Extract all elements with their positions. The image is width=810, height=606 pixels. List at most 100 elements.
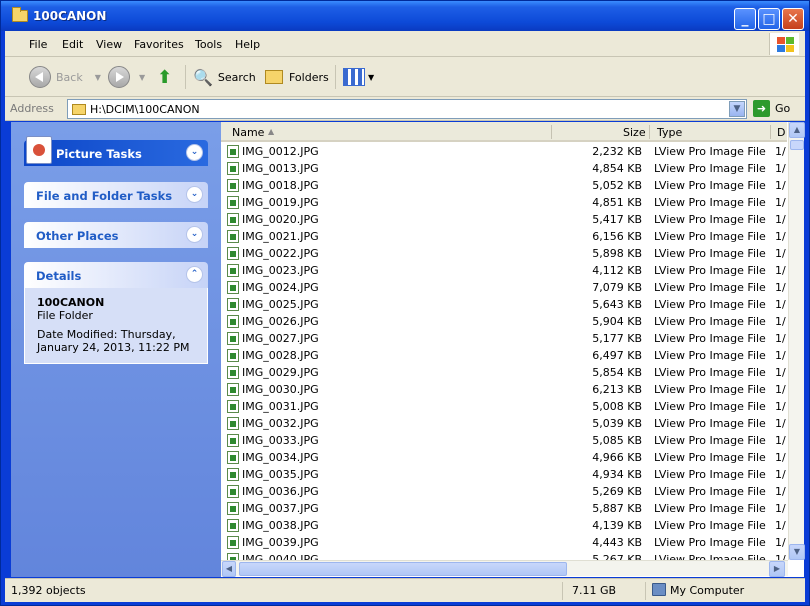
views-button[interactable]: ▼ [343, 65, 374, 89]
menu-help[interactable]: Help [235, 38, 260, 51]
column-date[interactable]: D [777, 126, 785, 139]
chevron-down-icon[interactable]: ⌄ [186, 186, 203, 203]
column-divider[interactable] [770, 125, 771, 139]
scroll-thumb[interactable] [790, 140, 804, 150]
file-name: IMG_0021.JPG [242, 230, 319, 243]
file-row[interactable]: IMG_0037.JPG 5,887 KB LView Pro Image File… [221, 500, 787, 517]
search-button[interactable]: 🔍 Search [193, 65, 256, 89]
other-places-header[interactable]: Other Places ⌄ [24, 222, 208, 248]
file-type: LView Pro Image File [654, 468, 766, 481]
forward-button[interactable]: ▼ [108, 65, 145, 89]
file-size: 5,039 KB [592, 417, 642, 430]
file-type: LView Pro Image File [654, 417, 766, 430]
file-size: 6,156 KB [592, 230, 642, 243]
column-divider[interactable] [551, 125, 552, 139]
file-row[interactable]: IMG_0038.JPG 4,139 KB LView Pro Image File… [221, 517, 787, 534]
file-name: IMG_0028.JPG [242, 349, 319, 362]
file-row[interactable]: IMG_0032.JPG 5,039 KB LView Pro Image File… [221, 415, 787, 432]
maximize-button[interactable]: □ [758, 8, 780, 30]
file-row[interactable]: IMG_0031.JPG 5,008 KB LView Pro Image File… [221, 398, 787, 415]
jpg-file-icon [227, 179, 239, 192]
file-row[interactable]: IMG_0020.JPG 5,417 KB LView Pro Image File… [221, 211, 787, 228]
file-date: 1/ [775, 230, 786, 243]
file-row[interactable]: IMG_0024.JPG 7,079 KB LView Pro Image File… [221, 279, 787, 296]
scroll-left-icon[interactable]: ◀ [222, 561, 236, 577]
chevron-up-icon[interactable]: ⌃ [186, 266, 203, 283]
title-bar[interactable]: 100CANON _ □ ✕ [1, 1, 809, 31]
jpg-file-icon [227, 400, 239, 413]
file-type: LView Pro Image File [654, 213, 766, 226]
file-row[interactable]: IMG_0018.JPG 5,052 KB LView Pro Image File… [221, 177, 787, 194]
jpg-file-icon [227, 434, 239, 447]
column-divider[interactable] [649, 125, 650, 139]
menu-file[interactable]: File [29, 38, 47, 51]
task-pane: Picture Tasks ⌄ File and Folder Tasks ⌄ … [11, 122, 221, 577]
file-name: IMG_0029.JPG [242, 366, 319, 379]
details-header[interactable]: Details ⌃ [24, 262, 208, 288]
file-row[interactable]: IMG_0029.JPG 5,854 KB LView Pro Image File… [221, 364, 787, 381]
column-size[interactable]: Size [623, 126, 646, 139]
file-row[interactable]: IMG_0034.JPG 4,966 KB LView Pro Image File… [221, 449, 787, 466]
up-folder-button[interactable]: ⬆ [157, 65, 172, 89]
file-row[interactable]: IMG_0026.JPG 5,904 KB LView Pro Image File… [221, 313, 787, 330]
menu-view[interactable]: View [96, 38, 122, 51]
file-row[interactable]: IMG_0035.JPG 4,934 KB LView Pro Image File… [221, 466, 787, 483]
back-button[interactable]: Back ▼ [29, 65, 101, 89]
column-header: Name ▲ Size Type D [221, 122, 787, 142]
file-row[interactable]: IMG_0028.JPG 6,497 KB LView Pro Image File… [221, 347, 787, 364]
folder-icon [72, 104, 86, 115]
picture-tasks-header[interactable]: Picture Tasks ⌄ [24, 136, 208, 166]
menu-favorites[interactable]: Favorites [134, 38, 184, 51]
file-row[interactable]: IMG_0040.JPG 5,267 KB LView Pro Image File… [221, 551, 787, 560]
file-folder-tasks-header[interactable]: File and Folder Tasks ⌄ [24, 182, 208, 208]
file-row[interactable]: IMG_0022.JPG 5,898 KB LView Pro Image File… [221, 245, 787, 262]
back-dropdown-icon[interactable]: ▼ [95, 73, 101, 82]
file-row[interactable]: IMG_0025.JPG 5,643 KB LView Pro Image File… [221, 296, 787, 313]
address-input[interactable]: H:\DCIM\100CANON ▼ [67, 99, 747, 119]
horizontal-scrollbar[interactable]: ◀ ▶ [221, 560, 788, 577]
file-type: LView Pro Image File [654, 349, 766, 362]
file-folder-tasks-label: File and Folder Tasks [36, 189, 173, 203]
file-row[interactable]: IMG_0013.JPG 4,854 KB LView Pro Image File… [221, 160, 787, 177]
address-dropdown-icon[interactable]: ▼ [729, 101, 745, 117]
file-date: 1/ [775, 298, 786, 311]
minimize-button[interactable]: _ [734, 8, 756, 30]
file-row[interactable]: IMG_0030.JPG 6,213 KB LView Pro Image File… [221, 381, 787, 398]
file-type: LView Pro Image File [654, 145, 766, 158]
file-row[interactable]: IMG_0036.JPG 5,269 KB LView Pro Image File… [221, 483, 787, 500]
file-row[interactable]: IMG_0019.JPG 4,851 KB LView Pro Image File… [221, 194, 787, 211]
address-bar: Address H:\DCIM\100CANON ▼ ➜ Go [5, 97, 805, 121]
forward-dropdown-icon[interactable]: ▼ [139, 73, 145, 82]
vertical-scrollbar[interactable]: ▲ ▼ [788, 122, 805, 560]
scroll-thumb[interactable] [239, 562, 567, 576]
file-size: 5,269 KB [592, 485, 642, 498]
file-type: LView Pro Image File [654, 383, 766, 396]
menu-edit[interactable]: Edit [62, 38, 83, 51]
column-type[interactable]: Type [657, 126, 682, 139]
file-row[interactable]: IMG_0012.JPG 2,232 KB LView Pro Image File… [221, 143, 787, 160]
close-button[interactable]: ✕ [782, 8, 804, 30]
file-row[interactable]: IMG_0033.JPG 5,085 KB LView Pro Image File… [221, 432, 787, 449]
file-row[interactable]: IMG_0023.JPG 4,112 KB LView Pro Image File… [221, 262, 787, 279]
file-row[interactable]: IMG_0021.JPG 6,156 KB LView Pro Image File… [221, 228, 787, 245]
file-name: IMG_0025.JPG [242, 298, 319, 311]
file-row[interactable]: IMG_0027.JPG 5,177 KB LView Pro Image File… [221, 330, 787, 347]
scroll-down-icon[interactable]: ▼ [789, 544, 805, 560]
jpg-file-icon [227, 451, 239, 464]
file-name: IMG_0013.JPG [242, 162, 319, 175]
column-name[interactable]: Name [232, 126, 264, 139]
status-size: 7.11 GB [572, 584, 617, 597]
menu-tools[interactable]: Tools [195, 38, 222, 51]
file-size: 5,904 KB [592, 315, 642, 328]
go-button[interactable]: ➜ Go [753, 100, 790, 117]
toolbar: Back ▼ ▼ ⬆ 🔍 Search Folders ▼ [5, 57, 805, 97]
file-size: 4,966 KB [592, 451, 642, 464]
jpg-file-icon [227, 349, 239, 362]
address-label: Address [10, 102, 54, 115]
chevron-down-icon[interactable]: ⌄ [186, 144, 203, 161]
chevron-down-icon[interactable]: ⌄ [186, 226, 203, 243]
file-row[interactable]: IMG_0039.JPG 4,443 KB LView Pro Image File… [221, 534, 787, 551]
folders-button[interactable]: Folders [265, 65, 329, 89]
scroll-up-icon[interactable]: ▲ [789, 122, 805, 138]
scroll-right-icon[interactable]: ▶ [769, 561, 785, 577]
